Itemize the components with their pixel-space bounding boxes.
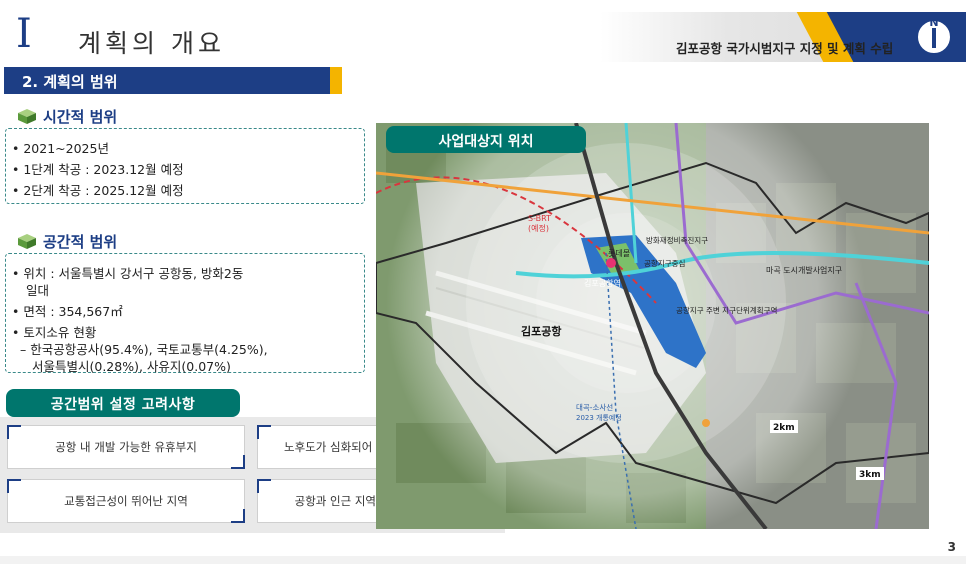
page-number: 3 — [947, 540, 956, 554]
consideration-card: 교통접근성이 뛰어난 지역 — [7, 479, 245, 523]
area-line: • 면적 : 354,567㎡ — [12, 304, 123, 319]
compass-logo-icon: N — [916, 16, 952, 55]
label-station: 김포공항역 — [584, 278, 621, 288]
considerations-title: 공간범위 설정 고려사항 — [6, 389, 240, 417]
label-2km: 2km — [773, 423, 795, 433]
label-banghwa: 방화재정비촉진지구 — [646, 235, 708, 245]
time-scope-item: • 2021~2025년 — [12, 141, 109, 156]
label-daegok-year: 2023 개통예정 — [576, 413, 622, 422]
label-sbrt: S-BRT — [528, 214, 551, 223]
label-daegok: 대곡-소사선 — [576, 403, 613, 412]
cube-bullet-icon — [18, 234, 36, 249]
page-title: 계획의 개요 — [78, 29, 225, 58]
label-renewal: 공항지구 주변 지구단위계획구역 — [676, 305, 777, 315]
time-scope-item: • 2단계 착공 : 2025.12월 예정 — [12, 183, 184, 198]
space-scope-heading-text: 공간적 범위 — [43, 233, 118, 251]
label-airport: 김포공항 — [521, 324, 561, 338]
label-sbrt-note: (예정) — [528, 223, 549, 233]
label-magok: 마곡 도시개발사업지구 — [766, 265, 842, 275]
site-location-map: 김포공항 롯데몰 S-BRT (예정) 김포공항역 방화재정비촉진지구 공항지구… — [376, 123, 929, 529]
space-scope-box: • 위치 : 서울특별시 강서구 공항동, 방화2동 일대 • 면적 : 354… — [5, 253, 365, 374]
time-scope-heading: 시간적 범위 — [18, 106, 117, 127]
project-subtitle: 김포공항 국가시범지구 지정 및 계획 수립 — [676, 41, 894, 56]
ownership-line: 서울특별시(0.28%), 사유지(0.07%) — [32, 359, 231, 374]
space-scope-heading: 공간적 범위 — [18, 231, 117, 252]
footer-strip — [0, 556, 966, 564]
time-scope-item: • 1단계 착공 : 2023.12월 예정 — [12, 162, 184, 177]
logo-letter: N — [929, 16, 938, 29]
section-title: 2. 계획의 범위 — [4, 67, 342, 94]
label-gonghang-center: 공항지구중심 — [644, 258, 685, 268]
label-3km: 3km — [859, 470, 881, 480]
location-line-cont: 일대 — [26, 283, 50, 298]
cube-bullet-icon — [18, 109, 36, 124]
time-scope-box: • 2021~2025년 • 1단계 착공 : 2023.12월 예정 • 2단… — [5, 128, 365, 204]
consideration-card: 공항 내 개발 가능한 유휴부지 — [7, 425, 245, 469]
map-title: 사업대상지 위치 — [386, 126, 586, 153]
time-scope-heading-text: 시간적 범위 — [43, 108, 118, 126]
label-lotte: 롯데몰 — [608, 249, 630, 258]
chapter-numeral: I — [16, 11, 32, 57]
